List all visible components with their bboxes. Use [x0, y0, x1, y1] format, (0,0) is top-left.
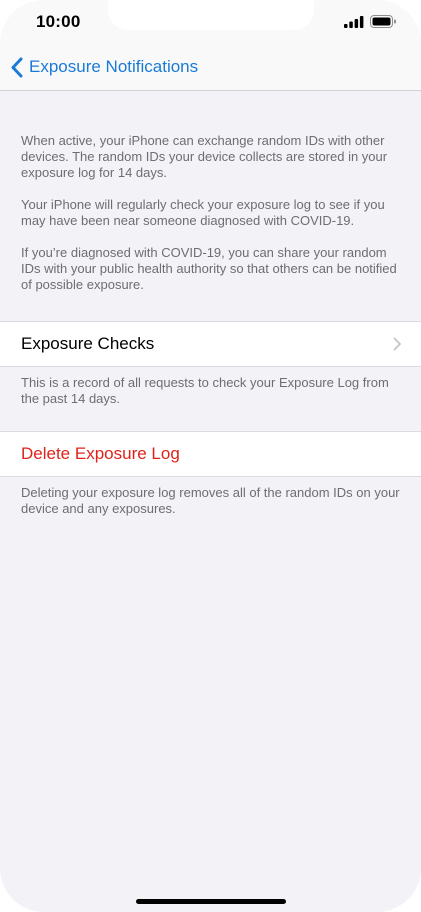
intro-text: When active, your iPhone can exchange ra… [0, 91, 421, 303]
settings-content: When active, your iPhone can exchange ra… [0, 91, 421, 517]
exposure-checks-cell[interactable]: Exposure Checks [0, 321, 421, 367]
battery-icon [370, 15, 396, 28]
delete-log-footer: Deleting your exposure log removes all o… [21, 485, 400, 516]
home-indicator[interactable] [136, 899, 286, 904]
navigation-bar: Exposure Notifications [0, 44, 421, 91]
delete-exposure-log-label: Delete Exposure Log [21, 444, 180, 463]
intro-paragraph-1: When active, your iPhone can exchange ra… [21, 133, 388, 180]
intro-paragraph-2: Your iPhone will regularly check your ex… [21, 197, 385, 228]
delete-exposure-log-button[interactable]: Delete Exposure Log [0, 431, 421, 477]
cellular-signal-icon [344, 15, 364, 28]
status-bar: 10:00 [0, 0, 421, 44]
chevron-left-icon [11, 57, 23, 77]
exposure-checks-footer: This is a record of all requests to chec… [21, 375, 389, 406]
phone-screen: 10:00 Exposure Notifications When active… [0, 0, 421, 912]
chevron-right-icon [393, 337, 401, 351]
exposure-checks-label: Exposure Checks [21, 334, 155, 353]
status-time: 10:00 [36, 12, 81, 31]
intro-paragraph-3: If you’re diagnosed with COVID-19, you c… [21, 245, 397, 292]
notch [108, 0, 314, 30]
back-label: Exposure Notifications [29, 57, 199, 76]
back-button[interactable]: Exposure Notifications [10, 57, 198, 78]
status-icons [344, 15, 397, 28]
